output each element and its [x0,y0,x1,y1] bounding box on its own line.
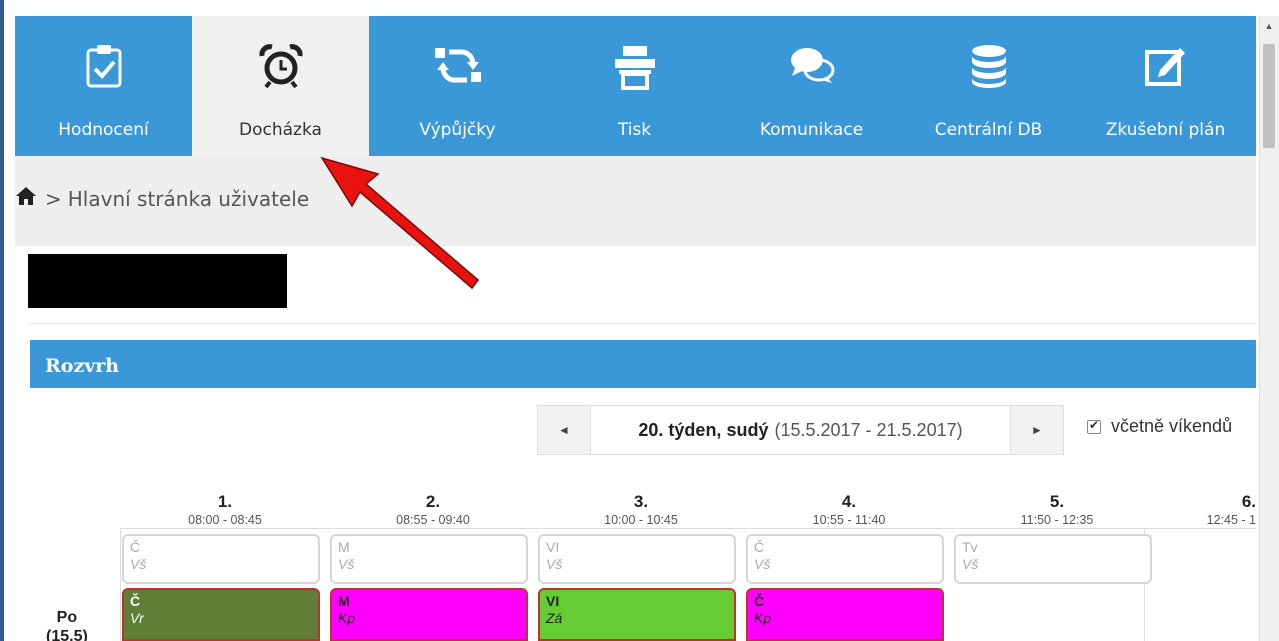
nav-label: Komunikace [759,120,864,140]
breadcrumb: > Hlavní stránka uživatele [15,186,309,211]
lesson-subject: Č [130,593,141,609]
week-label: 20. týden, sudý (15.5.2017 - 21.5.2017) [590,406,1011,454]
week-number: 20. týden, sudý [638,419,769,440]
period-number: 4. [841,492,857,511]
period-time: 12:45 - 1 [1206,513,1256,527]
scroll-up-icon[interactable]: ▲ [1259,16,1279,36]
period-number: 3. [633,492,649,511]
window-left-edge [0,0,4,641]
lesson-subject: Č [754,593,765,609]
scrollbar-thumb[interactable] [1263,44,1275,148]
breadcrumb-current: Hlavní stránka uživatele [67,186,310,211]
nav-label: Výpůjčky [419,120,496,140]
period-header-3: 3. 10:00 - 10:45 [536,492,746,527]
nav-label: Centrální DB [934,120,1043,140]
lesson-teacher: Zá [546,610,563,626]
grid-line [120,528,1256,529]
nav-item-tisk[interactable]: Tisk [546,16,723,156]
lesson-subject: M [338,593,350,609]
redacted-username [28,254,287,308]
period-number: 1. [217,492,233,511]
panel-title: Rozvrh [30,340,1256,388]
lesson-subject: VI [546,539,560,555]
day-name: Po [56,609,78,626]
prev-week-button[interactable]: ◄ [538,406,590,454]
lesson-subject: Č [130,539,141,555]
nav-item-centralni-db[interactable]: Centrální DB [900,16,1077,156]
period-header-5: 5. 11:50 - 12:35 [952,492,1162,527]
period-number: 5. [1049,492,1065,511]
lesson-teacher: Kp [754,610,772,626]
planned-lesson[interactable]: VI Vš [538,534,736,584]
lesson-subject: Tv [962,539,978,555]
lesson-teacher: Vš [962,556,979,572]
actual-lesson[interactable]: Č Kp [746,588,944,641]
nav-label: Docházka [239,120,322,140]
lesson-subject: M [338,539,350,555]
period-time: 08:00 - 08:45 [188,513,262,527]
planned-lesson[interactable]: Č Vš [746,534,944,584]
nav-item-vypujcky[interactable]: Výpůjčky [369,16,546,156]
period-time: 11:50 - 12:35 [1020,513,1094,527]
edit-icon [1077,42,1254,90]
home-icon[interactable] [15,186,45,211]
main-nav: Hodnocení Docházka Výpůjčky Tisk Komunik… [15,16,1256,156]
actual-lesson[interactable]: Č Vr [122,588,320,641]
lesson-subject: VI [546,593,560,609]
annotation-arrow [320,156,480,290]
breadcrumb-bar: > Hlavní stránka uživatele [15,156,1256,246]
lesson-subject: Č [754,539,765,555]
actual-lesson[interactable]: M Kp [330,588,528,641]
period-time: 08:55 - 09:40 [396,513,470,527]
nav-label: Zkušební plán [1105,120,1226,140]
planned-lesson[interactable]: Č Vš [122,534,320,584]
nav-item-dochazka[interactable]: Docházka [192,16,369,156]
period-number: 6. [1241,492,1256,511]
period-header-4: 4. 10:55 - 11:40 [744,492,954,527]
sync-icon [369,42,546,90]
period-header-1: 1. 08:00 - 08:45 [120,492,330,527]
day-label: Po (15.5) [46,608,88,641]
printer-icon [546,42,723,90]
planned-lesson[interactable]: Tv Vš [954,534,1152,584]
nav-label: Hodnocení [58,120,149,140]
period-header-6: 6. 12:45 - 1 [1160,492,1256,527]
lesson-teacher: Vš [754,556,771,572]
planned-lesson[interactable]: M Vš [330,534,528,584]
period-time: 10:00 - 10:45 [604,513,678,527]
nav-item-hodnoceni[interactable]: Hodnocení [15,16,192,156]
period-number: 2. [425,492,441,511]
lesson-teacher: Vš [338,556,355,572]
include-weekends-option[interactable]: včetně víkendů [1087,416,1232,437]
chat-bubbles-icon [723,42,900,90]
divider [28,323,1256,324]
database-icon [900,42,1077,90]
period-header-2: 2. 08:55 - 09:40 [328,492,538,527]
nav-item-zkusebni-plan[interactable]: Zkušební plán [1077,16,1254,156]
include-weekends-label: včetně víkendů [1111,416,1233,436]
lesson-teacher: Vš [546,556,563,572]
actual-lesson[interactable]: VI Zá [538,588,736,641]
nav-label: Tisk [617,120,652,140]
breadcrumb-separator: > [45,186,62,211]
next-week-button[interactable]: ► [1011,406,1063,454]
lesson-teacher: Vš [130,556,147,572]
clipboard-check-icon [15,42,192,90]
period-time: 10:55 - 11:40 [812,513,886,527]
alarm-clock-icon [192,42,369,90]
week-range: (15.5.2017 - 21.5.2017) [774,419,963,440]
lesson-teacher: Vr [130,610,144,626]
nav-item-komunikace[interactable]: Komunikace [723,16,900,156]
day-date: (15.5) [46,628,88,641]
include-weekends-checkbox[interactable] [1087,418,1101,434]
window-top [0,0,1279,16]
grid-line [120,528,121,641]
lesson-teacher: Kp [338,610,356,626]
week-switcher: ◄ 20. týden, sudý (15.5.2017 - 21.5.2017… [537,405,1064,455]
